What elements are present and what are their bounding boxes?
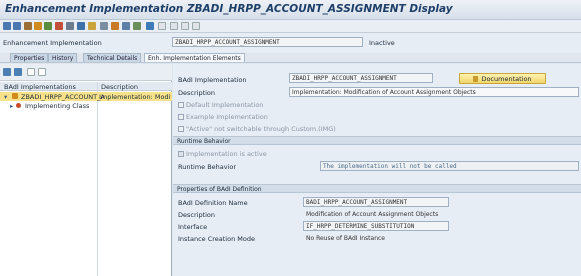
- col-description: Description: [101, 83, 139, 91]
- implementation-header: Enhancement Implementation ZBADI_HRPP_AC…: [0, 33, 581, 53]
- badi-def-desc-field: Modification of Account Assignment Objec…: [306, 211, 439, 218]
- root-description: Implementation: Modifica: [99, 93, 171, 101]
- tree-pane: BAdI Implementations Description ▾ ZBADI…: [0, 64, 172, 276]
- page4-icon[interactable]: [192, 22, 200, 30]
- root-label: ZBADI_HRPP_ACCOUNT_A: [21, 93, 105, 101]
- details-pane: BAdI Implementation ZBADI_HRPP_ACCOUNT_A…: [173, 64, 581, 276]
- creation-mode-field: No Reuse of BAdI Instance: [306, 235, 385, 242]
- expand-arrow-icon[interactable]: ▸: [10, 102, 13, 110]
- where-used-icon[interactable]: [55, 22, 63, 30]
- window-title: Enhancement Implementation ZBADI_HRPP_AC…: [5, 3, 453, 15]
- tab-strip: Properties History Technical Details Enh…: [0, 53, 581, 62]
- documentation-label: Documentation: [481, 75, 532, 83]
- tab-properties[interactable]: Properties: [10, 53, 49, 62]
- interface-label: Interface: [178, 223, 208, 231]
- class-label: Implementing Class: [25, 102, 90, 110]
- col-badi-impl: BAdI Implementations: [4, 83, 76, 91]
- badi-impl-field[interactable]: ZBADI_HRPP_ACCOUNT_ASSIGNMENT: [289, 73, 433, 83]
- runtime-behavior-label: Runtime Behavior: [178, 163, 237, 171]
- tab-enh-elements[interactable]: Enh. Implementation Elements: [144, 53, 245, 62]
- page2-icon[interactable]: [170, 22, 178, 30]
- impl-active-checkbox[interactable]: Implementation is active: [178, 150, 267, 158]
- tree-row-root[interactable]: ▾ ZBADI_HRPP_ACCOUNT_A Implementation: M…: [0, 92, 172, 101]
- display-change-icon[interactable]: [77, 22, 85, 30]
- badi-impl-icon: [12, 93, 18, 99]
- interface-field[interactable]: IF_HRPP_DETERMINE_SUBSTITUTION: [303, 221, 449, 231]
- tree-toolbar: [0, 64, 172, 81]
- class-icon: [16, 103, 21, 108]
- expand-icon[interactable]: [3, 68, 11, 76]
- runtime-behavior-field[interactable]: The implementation will not be called: [320, 161, 579, 171]
- copy-icon[interactable]: [100, 22, 108, 30]
- impl-name-field[interactable]: ZBADI_HRPP_ACCOUNT_ASSIGNMENT: [172, 37, 363, 47]
- impl-label: Enhancement Implementation: [3, 39, 102, 47]
- hierarchy-icon[interactable]: [122, 22, 130, 30]
- runtime-section-header: Runtime Behavior: [173, 136, 581, 145]
- new-icon[interactable]: [27, 68, 35, 76]
- column-divider: [97, 82, 98, 276]
- description-label: Description: [178, 89, 216, 97]
- create-icon[interactable]: [88, 22, 96, 30]
- table-icon[interactable]: [146, 22, 154, 30]
- activate-icon[interactable]: [34, 22, 42, 30]
- description-field[interactable]: Implementation: Modification of Account …: [289, 87, 579, 97]
- not-switchable-checkbox[interactable]: "Active" not switchable through Custom.(…: [178, 125, 336, 133]
- page-icon[interactable]: [158, 22, 166, 30]
- status-text: Inactive: [369, 39, 395, 47]
- tab-history[interactable]: History: [48, 53, 78, 62]
- tab-technical-details[interactable]: Technical Details: [83, 53, 142, 62]
- check-icon[interactable]: [44, 22, 52, 30]
- collapse-icon[interactable]: [14, 68, 22, 76]
- badi-impl-label: BAdI Implementation: [178, 76, 247, 84]
- tree-row-class[interactable]: ▸ Implementing Class: [0, 101, 172, 110]
- document-icon: [473, 76, 479, 82]
- badi-def-name-field[interactable]: BADI_HRPP_ACCOUNT_ASSIGNMENT: [303, 197, 449, 207]
- expand-arrow-icon[interactable]: ▾: [4, 93, 7, 101]
- creation-mode-label: Instance Creation Mode: [178, 235, 255, 243]
- documentation-button[interactable]: Documentation: [459, 73, 546, 84]
- badi-def-name-label: BAdI Definition Name: [178, 199, 248, 207]
- navigation-icon[interactable]: [133, 22, 141, 30]
- badi-def-section-header: Properties of BAdI Definition: [173, 184, 581, 193]
- tool-icon[interactable]: [24, 22, 32, 30]
- tree-header: BAdI Implementations Description: [0, 82, 172, 91]
- default-impl-checkbox[interactable]: Default Implementation: [178, 101, 263, 109]
- title-bar: Enhancement Implementation ZBADI_HRPP_AC…: [0, 0, 581, 20]
- badi-def-desc-label: Description: [178, 211, 216, 219]
- delete-icon[interactable]: [38, 68, 46, 76]
- page3-icon[interactable]: [181, 22, 189, 30]
- tab-underline: [0, 62, 581, 63]
- example-impl-checkbox[interactable]: Example Implementation: [178, 113, 268, 121]
- forward-icon[interactable]: [13, 22, 21, 30]
- layout-icon[interactable]: [111, 22, 119, 30]
- back-icon[interactable]: [3, 22, 11, 30]
- application-toolbar: [0, 20, 581, 33]
- object-list-icon[interactable]: [66, 22, 74, 30]
